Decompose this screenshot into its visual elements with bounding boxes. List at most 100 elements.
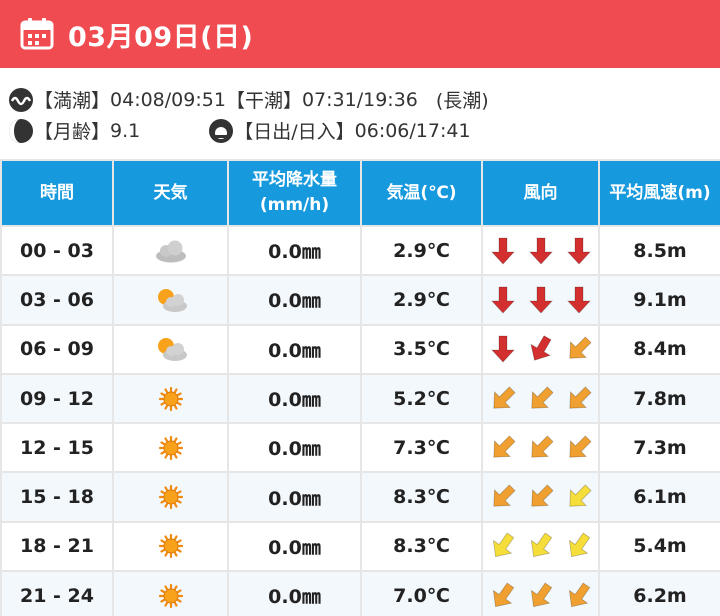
- sunny-icon: [158, 485, 183, 510]
- wind-arrow-icon: [530, 385, 554, 409]
- time-cell: 12 - 15: [0, 422, 114, 474]
- wind-speed-cell: 8.4m: [598, 323, 720, 375]
- wind-direction-cell: [481, 372, 600, 425]
- low-tide-label: 【干潮】: [225, 90, 302, 112]
- wind-arrow-icon: [530, 532, 552, 558]
- temp-cell: 7.3℃: [360, 422, 483, 474]
- wind-arrow-icon: [490, 286, 515, 314]
- rain-cell: 0.0㎜: [227, 570, 362, 616]
- partly-cloudy-icon: [157, 288, 187, 312]
- wind-arrow-icon: [530, 484, 554, 507]
- temp-cell: 8.3℃: [360, 471, 483, 523]
- moon-age-label: 【月齢】: [34, 121, 111, 143]
- sunny-icon: [158, 583, 183, 608]
- wind-arrow-icon: [490, 237, 515, 265]
- date-header: 03月09日(日): [0, 0, 720, 68]
- wind-arrow-icon: [529, 335, 552, 362]
- rain-cell: 0.0㎜: [227, 224, 362, 277]
- high-tide-times: 04:08/09:51: [110, 88, 226, 111]
- rain-cell: 0.0㎜: [227, 520, 362, 573]
- wind-direction-cell: [481, 422, 600, 474]
- wind-arrow-icon: [528, 286, 553, 314]
- sun-times: 06:06/17:41: [354, 119, 471, 142]
- table-header-row: 時間 天気 平均降水量 (mm/h) 気温(℃) 風向 平均風速(m): [0, 159, 720, 227]
- weather-table: 時間 天気 平均降水量 (mm/h) 気温(℃) 風向 平均風速(m) 00 - 03 0.0…: [0, 159, 720, 616]
- weather-cell: [112, 323, 229, 375]
- time-cell: 09 - 12: [0, 372, 114, 425]
- wind-arrow-icon: [490, 335, 515, 363]
- column-header-rain: 平均降水量 (mm/h): [227, 159, 362, 227]
- column-header-temp: 気温(℃): [360, 159, 483, 227]
- wind-arrows: [483, 531, 598, 561]
- temp-cell: 3.5℃: [360, 323, 483, 375]
- sunny-icon: [158, 534, 183, 559]
- wind-arrow-icon: [568, 582, 590, 607]
- wind-arrow-icon: [568, 336, 592, 359]
- weather-cell: [112, 520, 229, 573]
- sun-label: 【日出/日入】: [234, 121, 355, 143]
- partly-cloudy-icon: [157, 338, 187, 362]
- wind-speed-cell: 8.5m: [598, 224, 720, 277]
- calendar-icon: [20, 18, 54, 50]
- weather-cell: [112, 471, 229, 523]
- temp-cell: 8.3℃: [360, 520, 483, 573]
- wind-arrows: [483, 285, 598, 315]
- wind-arrow-icon: [492, 484, 516, 507]
- rain-cell: 0.0㎜: [227, 422, 362, 474]
- time-cell: 06 - 09: [0, 323, 114, 375]
- table-row: 00 - 03 0.0㎜ 2.9℃ 8.5m: [0, 224, 720, 277]
- table-row: 15 - 18 0.0㎜ 8.3℃ 6.1m: [0, 471, 720, 523]
- rain-cell: 0.0㎜: [227, 471, 362, 523]
- table-row: 18 - 21 0.0㎜ 8.3℃ 5.4m: [0, 520, 720, 573]
- wind-speed-cell: 5.4m: [598, 520, 720, 573]
- wind-arrow-icon: [492, 582, 514, 607]
- weather-cell: [112, 274, 229, 326]
- weather-cell: [112, 372, 229, 425]
- wind-arrow-icon: [492, 532, 514, 558]
- wind-arrow-icon: [528, 237, 553, 265]
- time-cell: 03 - 06: [0, 274, 114, 326]
- tide-info: 【満潮】 04:08/09:51 【干潮】 07:31/19:36 (長潮): [8, 86, 489, 113]
- wind-arrows: [483, 482, 598, 512]
- temp-cell: 2.9℃: [360, 274, 483, 326]
- wind-direction-cell: [481, 274, 600, 326]
- weather-cell: [112, 224, 229, 277]
- cloudy-icon: [155, 240, 186, 263]
- column-header-weather: 天気: [112, 159, 229, 227]
- wind-arrow-icon: [568, 435, 592, 458]
- tide-type: (長潮): [435, 90, 489, 112]
- time-cell: 18 - 21: [0, 520, 114, 573]
- rain-cell: 0.0㎜: [227, 372, 362, 425]
- moon-age-value: 9.1: [110, 119, 141, 142]
- wind-arrows: [483, 433, 598, 463]
- wind-direction-cell: [481, 570, 600, 616]
- column-header-wind-speed: 平均風速(m): [598, 159, 720, 227]
- table-row: 03 - 06 0.0㎜ 2.9℃ 9.1m: [0, 274, 720, 326]
- table-row: 21 - 24 0.0㎜ 7.0℃ 6.2m: [0, 570, 720, 616]
- wind-arrow-icon: [568, 532, 590, 558]
- wind-direction-cell: [481, 471, 600, 523]
- temp-cell: 5.2℃: [360, 372, 483, 425]
- wind-speed-cell: 6.1m: [598, 471, 720, 523]
- sunrise-icon: [209, 118, 234, 143]
- time-cell: 15 - 18: [0, 471, 114, 523]
- wind-arrow-icon: [530, 582, 552, 607]
- moon-icon: [9, 118, 33, 143]
- wind-direction-cell: [481, 224, 600, 277]
- table-row: 09 - 12 0.0㎜ 5.2℃ 7.8m: [0, 372, 720, 425]
- high-tide-label: 【満潮】: [34, 90, 111, 112]
- wind-arrow-icon: [530, 435, 554, 458]
- wind-arrow-icon: [568, 385, 592, 409]
- rain-cell: 0.0㎜: [227, 323, 362, 375]
- column-header-time: 時間: [0, 159, 114, 227]
- weather-cell: [112, 422, 229, 474]
- wind-direction-cell: [481, 520, 600, 573]
- weather-cell: [112, 570, 229, 616]
- wind-arrows: [483, 236, 598, 266]
- sunny-icon: [158, 386, 183, 411]
- wind-arrow-icon: [492, 435, 516, 458]
- table-row: 06 - 09 0.0㎜ 3.5℃ 8.4m: [0, 323, 720, 375]
- wind-arrows: [483, 334, 598, 364]
- page-title: 03月09日(日): [68, 21, 254, 53]
- wind-speed-cell: 7.3m: [598, 422, 720, 474]
